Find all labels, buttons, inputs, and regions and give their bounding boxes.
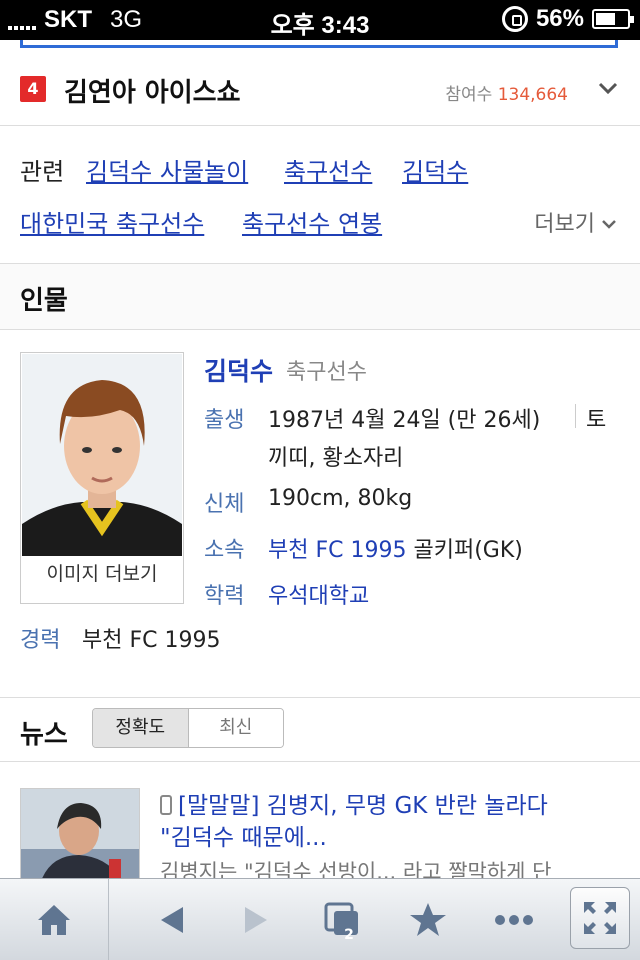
back-button[interactable] (136, 879, 208, 960)
more-icon (495, 915, 533, 925)
fullscreen-button[interactable] (570, 887, 630, 949)
related-keywords: 관련 김덕수 사물놀이 축구선수 김덕수 대한민국 축구선수 축구선수 연봉 더… (0, 126, 640, 264)
divider (575, 404, 576, 428)
tab-latest[interactable]: 최신 (188, 709, 283, 747)
more-button[interactable]: 더보기 (534, 206, 616, 238)
news-sort-toggle: 정확도 최신 (92, 708, 284, 748)
related-link[interactable]: 대한민국 축구선수 (20, 204, 204, 239)
career-label: 경력 (20, 628, 61, 653)
education-link[interactable]: 우석대학교 (268, 584, 369, 609)
forward-button[interactable] (220, 879, 292, 960)
home-button[interactable] (18, 879, 90, 960)
rotation-lock-icon (501, 6, 528, 32)
bookmark-button[interactable] (392, 879, 464, 960)
person-occupation: 축구선수 (286, 360, 367, 385)
news-headline[interactable]: [말말말] 김병지, 무명 GK 반란 놀라다 (160, 786, 548, 820)
tab-count: 2 (344, 927, 354, 943)
body-label: 신체 (204, 492, 245, 517)
battery-percent: 56% (535, 5, 584, 32)
birth-value: 1987년 4월 24일 (만 26세) (268, 408, 541, 433)
chevron-down-icon[interactable] (598, 78, 618, 98)
person-card: 이미지 더보기 김덕수 축구선수 출생 1987년 4월 24일 (만 26세)… (0, 330, 640, 698)
tabs-icon: 2 (322, 900, 362, 943)
related-link[interactable]: 김덕수 (402, 152, 468, 187)
news-headline-cont[interactable]: "김덕수 때문에... (160, 818, 327, 852)
position-value: 골키퍼(GK) (413, 538, 523, 563)
more-label: 더보기 (534, 212, 595, 237)
more-menu-button[interactable] (478, 879, 550, 960)
news-snippet: 김병지는 "김덕수 선방이... 라고 짤막하게 단 (160, 860, 552, 878)
mobile-icon (160, 795, 172, 815)
tab-accuracy[interactable]: 정확도 (93, 709, 189, 747)
news-headline-text: [말말말] 김병지, 무명 GK 반란 놀라다 (178, 793, 548, 819)
career-value: 부천 FC 1995 (82, 628, 221, 653)
toolbar-divider (108, 879, 109, 960)
trending-keyword-bar[interactable]: 4 김연아 아이스쇼 참여수 134,664 (0, 52, 640, 126)
tabs-button[interactable]: 2 (306, 879, 378, 960)
team-label: 소속 (204, 538, 245, 563)
news-section-header: 뉴스 정확도 최신 (0, 698, 640, 762)
person-name[interactable]: 김덕수 (204, 352, 273, 388)
chevron-down-icon (602, 220, 616, 229)
team-link[interactable]: 부천 FC 1995 (268, 538, 406, 563)
participant-number: 134,664 (497, 85, 568, 105)
profile-photo[interactable] (22, 354, 182, 556)
news-item[interactable]: [말말말] 김병지, 무명 GK 반란 놀라다 "김덕수 때문에... 김병지는… (0, 762, 640, 878)
participant-label: 참여수 (445, 85, 493, 105)
rank-badge: 4 (20, 76, 46, 102)
home-icon (38, 905, 70, 935)
related-link[interactable]: 축구선수 연봉 (242, 204, 382, 239)
body-value: 190cm, 80kg (268, 486, 413, 511)
profile-photo-box[interactable]: 이미지 더보기 (20, 352, 184, 604)
status-bar: SKT 3G 오후 3:43 56% (0, 0, 640, 40)
education-label: 학력 (204, 584, 245, 609)
battery-icon (592, 9, 634, 29)
browser-toolbar: 2 (0, 878, 640, 960)
bookmark-star-icon (410, 903, 446, 936)
search-box-edge (20, 40, 618, 48)
team-value: 부천 FC 1995 골키퍼(GK) (268, 532, 523, 564)
zodiac-value: 토 (586, 408, 607, 433)
related-link[interactable]: 김덕수 사물놀이 (86, 152, 248, 187)
trending-keyword[interactable]: 김연아 아이스쇼 (64, 72, 241, 109)
forward-icon (245, 907, 267, 933)
image-more-link[interactable]: 이미지 더보기 (21, 559, 183, 586)
person-section-header: 인물 (0, 264, 640, 330)
fullscreen-icon (584, 902, 616, 934)
back-icon (161, 907, 183, 933)
birth-label: 출생 (204, 408, 245, 433)
education-value: 우석대학교 (268, 578, 369, 610)
related-link[interactable]: 축구선수 (284, 152, 372, 187)
related-label: 관련 (20, 158, 65, 186)
zodiac-value-cont: 끼띠, 황소자리 (268, 446, 404, 471)
news-title: 뉴스 (20, 720, 68, 750)
section-title: 인물 (20, 286, 68, 316)
news-thumbnail[interactable] (20, 788, 140, 878)
participant-count: 참여수 134,664 (445, 80, 568, 105)
